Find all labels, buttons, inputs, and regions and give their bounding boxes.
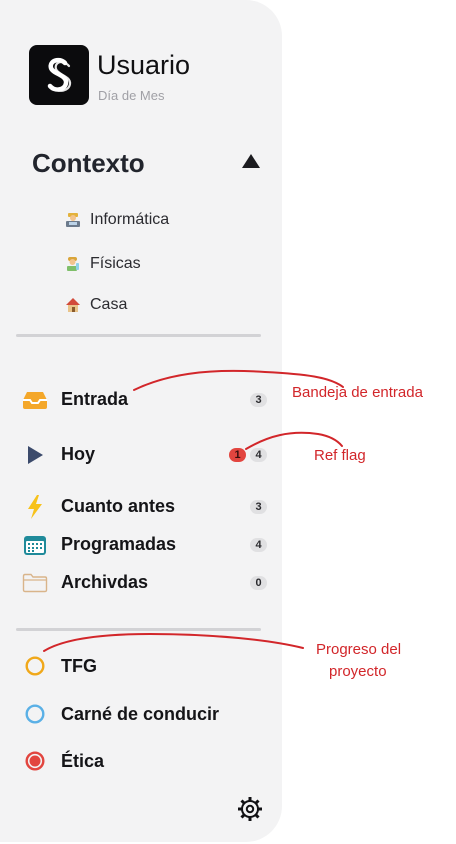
inbox-tray-icon	[22, 388, 48, 412]
user-date: Día de Mes	[98, 88, 165, 103]
nav-item-entrada[interactable]: Entrada 3	[22, 386, 270, 414]
computer-worker-emoji-icon	[64, 211, 82, 229]
project-label: Ética	[61, 751, 105, 771]
context-item-informatica[interactable]: Informática	[64, 208, 169, 232]
context-item-label: Casa	[90, 296, 128, 313]
nav-item-archivdas[interactable]: Archivdas 0	[22, 569, 270, 597]
nav-item-label: Hoy	[61, 444, 96, 464]
count-badge: 4	[250, 538, 267, 552]
nav-item-programadas[interactable]: Programadas 4	[22, 531, 270, 559]
nav-item-cuanto-antes[interactable]: Cuanto antes 3	[22, 493, 270, 521]
context-item-fisicas[interactable]: Físicas	[64, 252, 141, 276]
sidebar-panel: Usuario Día de Mes Contexto Informática …	[0, 0, 282, 842]
s-loop-logo-icon[interactable]	[29, 45, 89, 105]
user-name: Usuario	[97, 50, 191, 80]
project-progress-ring	[25, 704, 45, 724]
lightning-icon	[22, 495, 48, 519]
count-badge: 3	[250, 500, 267, 514]
folder-icon	[22, 571, 48, 595]
nav-item-label: Entrada	[61, 389, 129, 409]
house-emoji-icon	[64, 296, 82, 314]
count-badge: 0	[250, 576, 267, 590]
context-title: Contexto	[32, 148, 145, 178]
annotation-progress-line1: Progreso del	[316, 641, 402, 658]
project-progress-ring	[25, 656, 45, 676]
calendar-icon	[22, 533, 48, 557]
project-label: TFG	[61, 656, 97, 676]
count-badge: 4	[250, 448, 267, 462]
context-item-label: Informática	[90, 211, 170, 228]
project-label: Carné de conducir	[61, 704, 220, 724]
play-triangle-icon	[22, 443, 48, 467]
context-item-label: Físicas	[90, 255, 141, 272]
nav-item-hoy[interactable]: Hoy 1 4	[22, 441, 270, 469]
triangle-up-icon[interactable]	[240, 152, 262, 170]
count-badge: 3	[250, 393, 267, 407]
divider	[16, 334, 261, 337]
nav-item-label: Programadas	[61, 534, 177, 554]
annotation-ref-flag: Ref flag	[314, 447, 366, 464]
project-progress-ring	[25, 751, 45, 771]
annotation-progress-line2: proyecto	[329, 663, 387, 680]
divider	[16, 628, 261, 631]
annotation-inbox: Bandeja de entrada	[292, 384, 423, 401]
nav-item-label: Archivdas	[61, 572, 149, 592]
gear-icon[interactable]	[236, 795, 264, 823]
context-item-casa[interactable]: Casa	[64, 293, 127, 317]
scientist-emoji-icon	[64, 255, 82, 273]
nav-item-label: Cuanto antes	[61, 496, 176, 516]
flag-badge: 1	[229, 448, 246, 462]
